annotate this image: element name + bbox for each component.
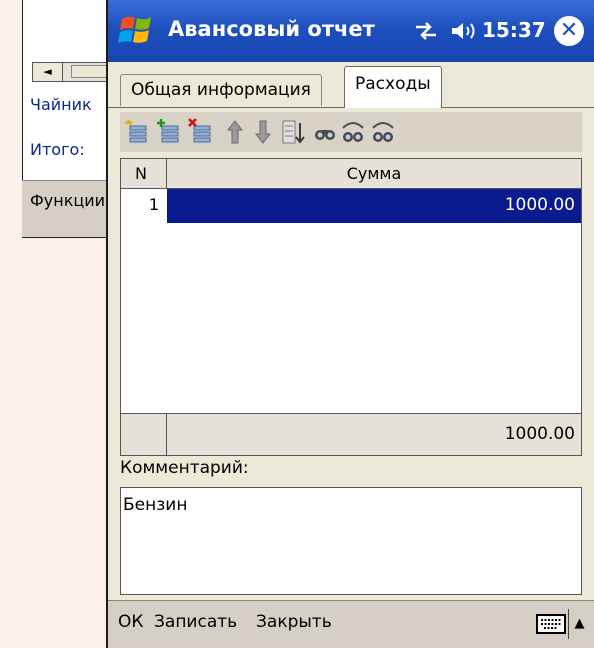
tab-strip: Общая информация Расходы (108, 62, 594, 108)
scroll-thumb[interactable] (71, 65, 111, 78)
ok-button[interactable]: ОК (118, 612, 143, 632)
total-row-n-cell (121, 414, 167, 455)
background-item-label: Чайник (30, 95, 92, 114)
scroll-left-button[interactable]: ◄ (33, 63, 63, 81)
total-sum-cell: 1000.00 (504, 424, 575, 444)
add-row-icon[interactable] (124, 118, 150, 146)
column-header-n[interactable]: N (121, 159, 167, 188)
windows-start-icon[interactable] (116, 10, 158, 52)
title-bar: Авансовый отчет 15:37 ✕ (108, 0, 594, 62)
grid-total-row: 1000.00 (121, 413, 581, 455)
volume-icon[interactable] (450, 19, 478, 43)
advance-report-window: Авансовый отчет 15:37 ✕ Общая информация… (106, 0, 594, 648)
close-menu-button[interactable]: Закрыть (256, 612, 332, 632)
tab-expenses[interactable]: Расходы (344, 66, 442, 108)
toolbar (120, 112, 582, 152)
background-total-label: Итого: (30, 140, 85, 159)
row-number-cell[interactable]: 1 (121, 189, 167, 223)
insert-row-icon[interactable] (156, 118, 182, 146)
background-functions-menu[interactable]: Функции (30, 191, 105, 210)
find-previous-icon[interactable] (340, 118, 366, 146)
table-row[interactable]: 1 1000.00 (121, 189, 581, 223)
move-up-icon[interactable] (222, 118, 248, 146)
save-button[interactable]: Записать (154, 612, 237, 632)
clock[interactable]: 15:37 (482, 18, 546, 42)
sort-filter-icon[interactable] (280, 118, 306, 146)
move-down-icon[interactable] (250, 118, 276, 146)
find-icon[interactable] (312, 118, 338, 146)
input-panel-arrow[interactable]: ▲ (568, 609, 590, 639)
connectivity-icon[interactable] (412, 19, 440, 43)
grid-header: N Сумма (121, 159, 581, 189)
expenses-grid[interactable]: N Сумма 1 1000.00 1000.00 (120, 158, 582, 456)
keyboard-icon[interactable] (536, 613, 566, 635)
comment-label: Комментарий: (120, 458, 249, 478)
close-button[interactable]: ✕ (554, 16, 584, 46)
delete-row-icon[interactable] (188, 118, 214, 146)
find-next-icon[interactable] (370, 118, 396, 146)
row-sum-cell[interactable]: 1000.00 (167, 189, 581, 223)
app-title: Авансовый отчет (168, 17, 375, 41)
menu-bar: ОК Записать Закрыть ▲ (108, 600, 594, 648)
tab-general-info[interactable]: Общая информация (120, 74, 322, 106)
comment-field[interactable]: Бензин (120, 487, 582, 595)
column-header-sum[interactable]: Сумма (167, 159, 581, 188)
